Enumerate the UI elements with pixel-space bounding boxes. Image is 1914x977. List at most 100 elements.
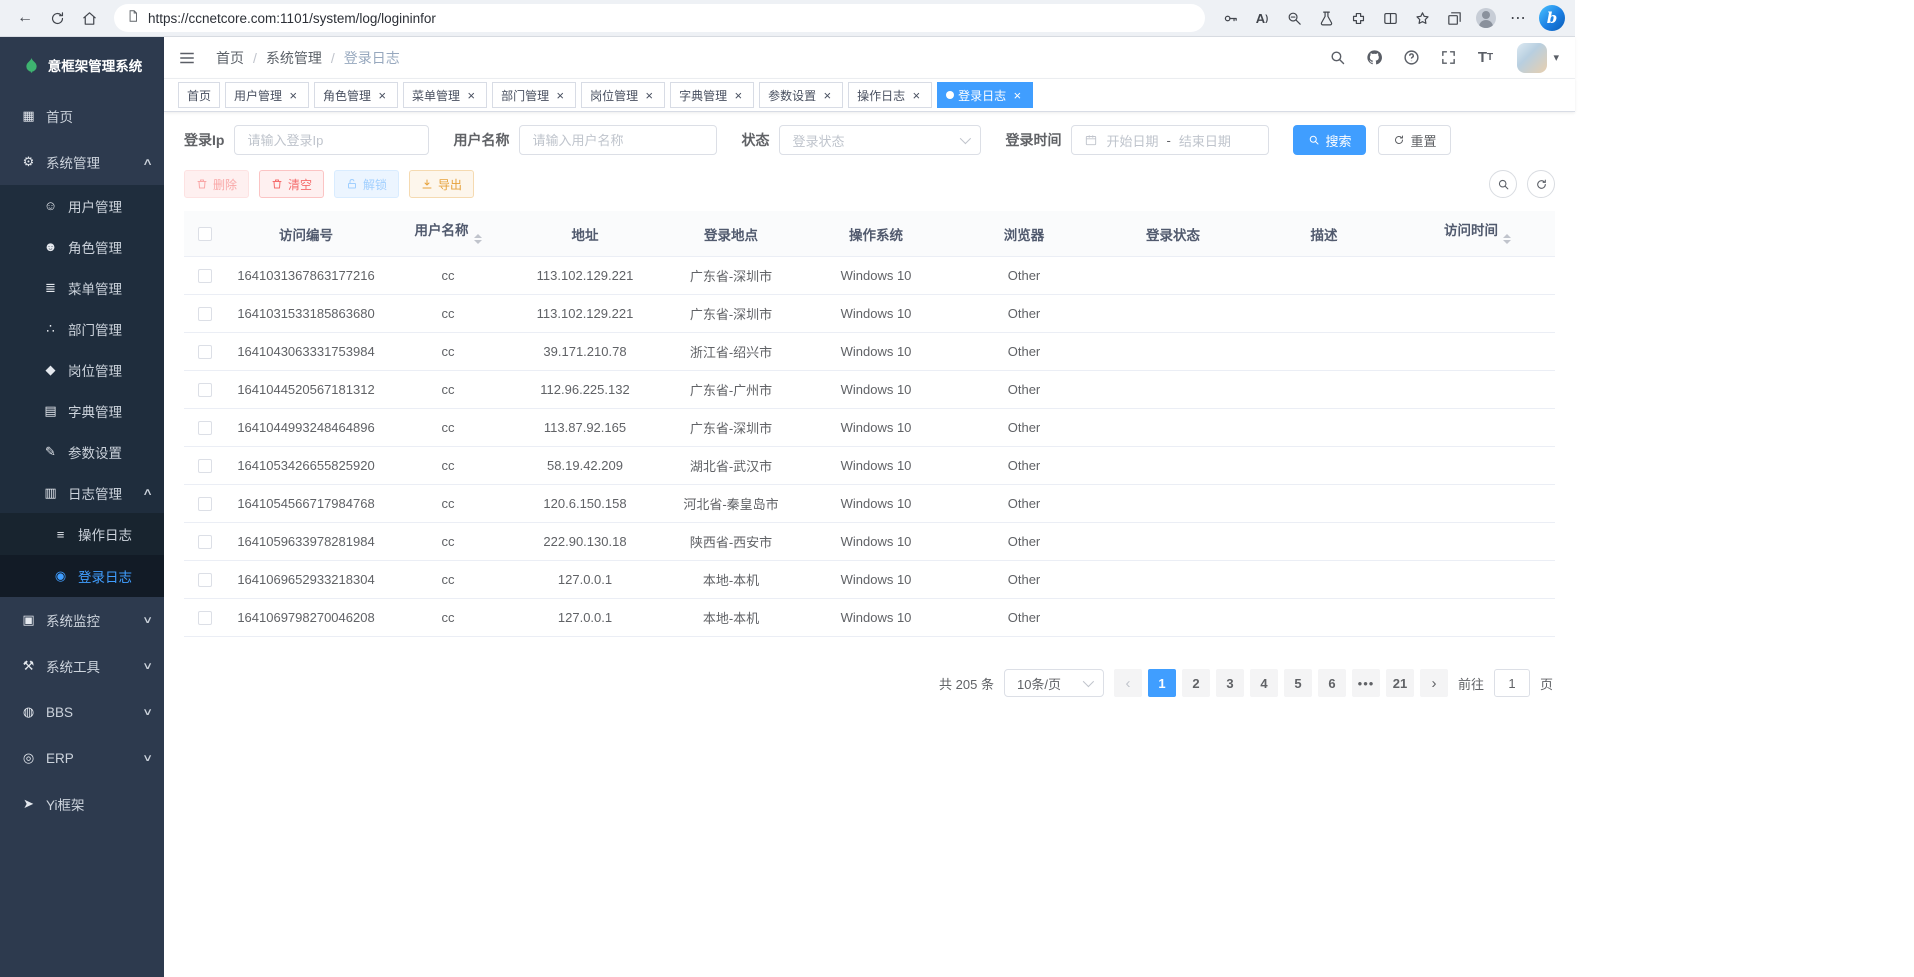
address-bar[interactable]: https://ccnetcore.com:1101/system/log/lo… (114, 4, 1205, 32)
browser-menu-icon[interactable]: ⋯ (1503, 4, 1533, 32)
sidebar-item-dictionary[interactable]: ▤字典管理 (0, 390, 164, 431)
sidebar-item-menus[interactable]: ≣菜单管理 (0, 267, 164, 308)
fullscreen-icon[interactable] (1437, 47, 1459, 69)
user-menu[interactable]: ▾ (1517, 43, 1559, 73)
search-button[interactable]: 搜索 (1293, 125, 1366, 155)
sidebar-item-tools[interactable]: ⚒系统工具∨ (0, 643, 164, 689)
page-info-icon[interactable] (126, 9, 140, 28)
copilot-bing-icon[interactable]: b (1539, 5, 1565, 31)
close-icon[interactable]: × (286, 88, 300, 102)
sidebar-item-posts[interactable]: ◆岗位管理 (0, 349, 164, 390)
tab-login-log[interactable]: 登录日志× (937, 82, 1033, 108)
pager-page-6[interactable]: 6 (1318, 669, 1346, 697)
sidebar-item-departments[interactable]: ∴部门管理 (0, 308, 164, 349)
tab-parameters[interactable]: 参数设置× (759, 82, 843, 108)
status-select[interactable]: 登录状态 (779, 125, 981, 155)
split-screen-icon[interactable] (1375, 4, 1405, 32)
row-checkbox[interactable] (198, 573, 212, 587)
column-header[interactable]: 用户名称 (386, 211, 510, 257)
pager-page-5[interactable]: 5 (1284, 669, 1312, 697)
tab-posts[interactable]: 岗位管理× (581, 82, 665, 108)
row-checkbox[interactable] (198, 497, 212, 511)
sidebar-item-parameters[interactable]: ✎参数设置 (0, 431, 164, 472)
github-icon[interactable] (1363, 47, 1385, 69)
close-icon[interactable]: × (464, 88, 478, 102)
start-date[interactable]: 开始日期 (1106, 131, 1158, 150)
sidebar-item-bbs[interactable]: ◍BBS∨ (0, 689, 164, 735)
unlock-button[interactable]: 解锁 (334, 170, 399, 198)
select-all-checkbox[interactable] (198, 227, 212, 241)
sidebar-item-roles[interactable]: ☻角色管理 (0, 226, 164, 267)
refresh-button[interactable] (42, 4, 72, 32)
close-icon[interactable]: × (642, 88, 656, 102)
page-size-select[interactable]: 10条/页 (1004, 669, 1104, 697)
date-range-picker[interactable]: 开始日期 - 结束日期 (1071, 125, 1269, 155)
close-icon[interactable]: × (909, 88, 923, 102)
tab-home[interactable]: 首页 (178, 82, 220, 108)
browser-profile-icon[interactable] (1471, 4, 1501, 32)
tab-dictionary[interactable]: 字典管理× (670, 82, 754, 108)
column-header[interactable]: 访问时间 (1400, 211, 1555, 257)
header-search-icon[interactable] (1326, 47, 1348, 69)
collections-icon[interactable] (1439, 4, 1469, 32)
tab-menus[interactable]: 菜单管理× (403, 82, 487, 108)
password-key-icon[interactable] (1215, 4, 1245, 32)
row-checkbox[interactable] (198, 459, 212, 473)
sidebar-item-system[interactable]: ⚙系统管理∧ (0, 139, 164, 185)
hamburger-icon[interactable] (178, 47, 200, 69)
close-icon[interactable]: × (1010, 88, 1024, 102)
tab-roles[interactable]: 角色管理× (314, 82, 398, 108)
sort-carets-icon[interactable] (1503, 230, 1511, 248)
breadcrumb-home[interactable]: 首页 (216, 48, 244, 68)
clear-button[interactable]: 清空 (259, 170, 324, 198)
tab-users[interactable]: 用户管理× (225, 82, 309, 108)
extensions-icon[interactable] (1343, 4, 1373, 32)
end-date[interactable]: 结束日期 (1179, 131, 1231, 150)
pager-more[interactable]: ••• (1352, 669, 1380, 697)
pager-page-4[interactable]: 4 (1250, 669, 1278, 697)
pager-page-3[interactable]: 3 (1216, 669, 1244, 697)
sidebar-item-home[interactable]: ▦首页 (0, 93, 164, 139)
font-size-icon[interactable]: TT (1474, 47, 1496, 69)
sidebar-item-users[interactable]: ☺用户管理 (0, 185, 164, 226)
row-checkbox[interactable] (198, 383, 212, 397)
toggle-search-button[interactable] (1489, 170, 1517, 198)
close-icon[interactable]: × (820, 88, 834, 102)
pager-page-1[interactable]: 1 (1148, 669, 1176, 697)
goto-page-input[interactable] (1494, 669, 1530, 697)
close-icon[interactable]: × (553, 88, 567, 102)
url-text[interactable]: https://ccnetcore.com:1101/system/log/lo… (148, 11, 436, 26)
row-checkbox[interactable] (198, 269, 212, 283)
delete-button[interactable]: 删除 (184, 170, 249, 198)
username-filter-input[interactable] (532, 133, 704, 148)
row-checkbox[interactable] (198, 307, 212, 321)
app-logo[interactable]: 意框架管理系统 (0, 37, 164, 93)
sidebar-item-monitor[interactable]: ▣系统监控∨ (0, 597, 164, 643)
pager-next[interactable]: › (1420, 669, 1448, 697)
export-button[interactable]: 导出 (409, 170, 474, 198)
sort-carets-icon[interactable] (474, 230, 482, 248)
row-checkbox[interactable] (198, 535, 212, 549)
browser-tools-icon[interactable] (1311, 4, 1341, 32)
row-checkbox[interactable] (198, 611, 212, 625)
sidebar-item-logs[interactable]: ▥日志管理∧ (0, 472, 164, 513)
reset-button[interactable]: 重置 (1378, 125, 1451, 155)
row-checkbox[interactable] (198, 345, 212, 359)
pager-page-2[interactable]: 2 (1182, 669, 1210, 697)
help-icon[interactable] (1400, 47, 1422, 69)
zoom-out-icon[interactable] (1279, 4, 1309, 32)
user-avatar[interactable] (1517, 43, 1547, 73)
pager-page-21[interactable]: 21 (1386, 669, 1414, 697)
sidebar-item-yi-framework[interactable]: ➤Yi框架 (0, 781, 164, 827)
favorites-star-icon[interactable] (1407, 4, 1437, 32)
tab-departments[interactable]: 部门管理× (492, 82, 576, 108)
close-icon[interactable]: × (731, 88, 745, 102)
sidebar-item-operation-log[interactable]: ≡操作日志 (0, 513, 164, 555)
breadcrumb-system[interactable]: 系统管理 (266, 48, 322, 68)
read-aloud-icon[interactable]: A) (1247, 4, 1277, 32)
pager-prev[interactable]: ‹ (1114, 669, 1142, 697)
row-checkbox[interactable] (198, 421, 212, 435)
tab-operation-log[interactable]: 操作日志× (848, 82, 932, 108)
ip-filter-input[interactable] (247, 133, 416, 148)
home-button[interactable] (74, 4, 104, 32)
